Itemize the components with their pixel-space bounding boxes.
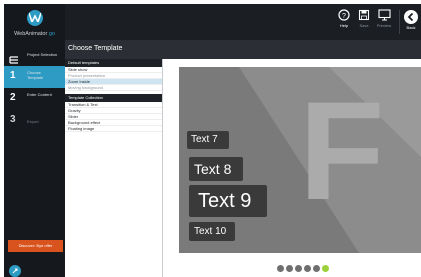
- step-label: Enter Content: [27, 92, 52, 97]
- step-number: 2: [10, 92, 16, 103]
- template-list: Default templates Slide show Product pre…: [65, 59, 163, 277]
- page-header: Choose Template: [65, 40, 421, 59]
- template-item-floating-image[interactable]: Floating image: [65, 126, 162, 132]
- toolbar-divider: [399, 10, 400, 34]
- template-preview: F Text 7 Text 8 Text 9 Text 10: [163, 59, 421, 277]
- step-project-selection[interactable]: Project Selection: [4, 48, 65, 66]
- help-label: Help: [339, 23, 349, 28]
- preview-label: Preview: [376, 23, 392, 28]
- step-number: 1: [10, 70, 16, 81]
- svg-text:?: ?: [342, 13, 346, 20]
- slide-dot[interactable]: [295, 265, 302, 272]
- text-box-10[interactable]: Text 10: [189, 222, 235, 241]
- logo: WebAnimator go: [4, 4, 65, 46]
- slide-dot[interactable]: [304, 265, 311, 272]
- slide-indicator: [277, 259, 331, 272]
- question-icon: ?: [338, 9, 350, 21]
- text-box-8[interactable]: Text 8: [189, 157, 243, 181]
- big-letter: F: [299, 72, 385, 229]
- text-box-7[interactable]: Text 7: [187, 131, 229, 149]
- save-button[interactable]: Save: [353, 9, 375, 37]
- slide-dot[interactable]: [286, 265, 293, 272]
- slide-dot[interactable]: [313, 265, 320, 272]
- step-label: Project Selection: [27, 52, 58, 57]
- step-export[interactable]: 3 Export: [4, 110, 65, 132]
- slide-dot[interactable]: [277, 265, 284, 272]
- save-icon: [358, 9, 370, 21]
- section-heading: Default templates: [65, 59, 162, 67]
- logo-name: WebAnimator: [14, 31, 48, 37]
- discover-offer-button[interactable]: Discover: Bye offer: [8, 240, 63, 252]
- logo-text: WebAnimator go: [4, 31, 65, 37]
- back-label: Back: [406, 25, 416, 30]
- preview-button[interactable]: Preview: [373, 9, 395, 37]
- back-button[interactable]: Back: [401, 9, 421, 37]
- help-button[interactable]: ? Help: [333, 9, 355, 37]
- step-label: Export: [27, 119, 39, 124]
- monitor-icon: [377, 9, 391, 21]
- save-label: Save: [359, 23, 369, 28]
- section-heading: Template Collection: [65, 94, 162, 102]
- logo-suffix: go: [48, 31, 55, 37]
- text-box-9[interactable]: Text 9: [189, 185, 267, 217]
- step-number: 3: [10, 114, 16, 125]
- step-label: Choose Template: [27, 70, 44, 80]
- top-toolbar: ? Help Save Preview Back: [65, 4, 421, 40]
- logo-icon: [27, 10, 43, 26]
- step-choose-template[interactable]: 1 Choose Template: [4, 66, 65, 88]
- back-arrow-icon: [404, 10, 418, 24]
- sidebar: WebAnimator go Project Selection 1 Choos…: [4, 4, 65, 277]
- step-enter-content[interactable]: 2 Enter Content: [4, 88, 65, 110]
- slide-dot[interactable]: [322, 265, 329, 272]
- page-title: Choose Template: [68, 45, 123, 52]
- help-icon[interactable]: [9, 265, 21, 277]
